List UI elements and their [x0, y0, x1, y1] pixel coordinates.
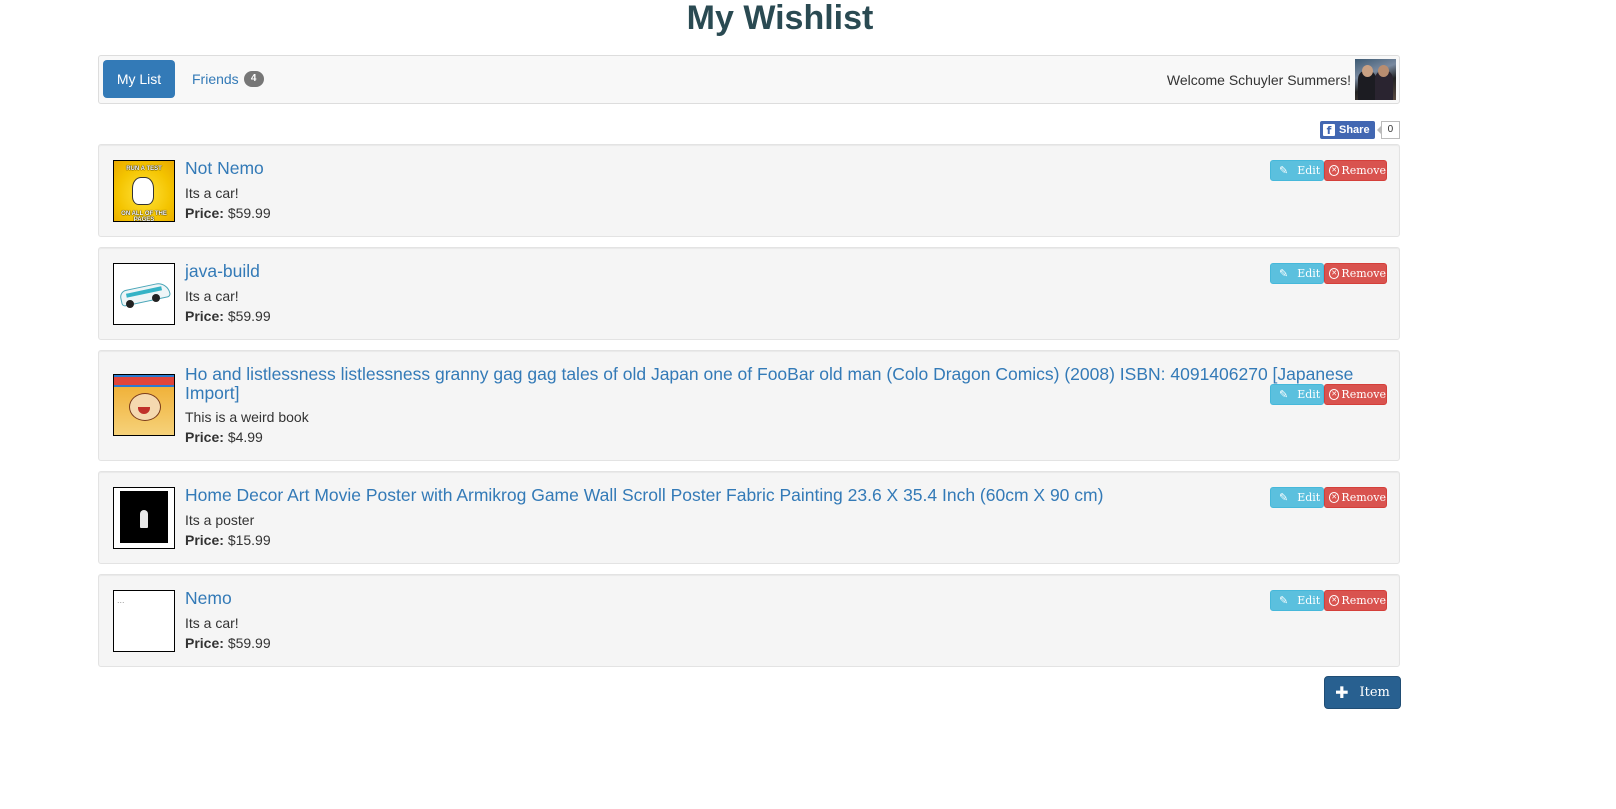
thumb-top-text: RUN A TEST	[126, 166, 162, 172]
welcome-message: Welcome Schuyler Summers!	[1166, 71, 1351, 88]
page-title: My Wishlist	[686, 0, 874, 37]
share-label: Share	[1339, 124, 1370, 136]
item-title[interactable]: Nemo	[185, 589, 1354, 608]
facebook-icon: f	[1323, 124, 1335, 137]
edit-button[interactable]: ✎ Edit	[1270, 384, 1324, 405]
remove-button[interactable]: ✕ Remove	[1324, 487, 1387, 508]
remove-circle-icon: ✕	[1329, 165, 1340, 176]
remove-button[interactable]: ✕ Remove	[1324, 384, 1387, 405]
remove-label: Remove	[1341, 388, 1386, 401]
price-value: $4.99	[227, 429, 263, 445]
item-price: Price: $15.99	[185, 532, 271, 548]
remove-button[interactable]: ✕ Remove	[1324, 590, 1387, 611]
item-price: Price: $59.99	[185, 308, 271, 324]
item-thumbnail[interactable]: ...	[113, 590, 175, 652]
pencil-icon: ✎	[1279, 164, 1289, 177]
add-item-button[interactable]: ✚ Item	[1324, 676, 1401, 709]
item-thumbnail[interactable]	[113, 487, 175, 549]
remove-label: Remove	[1341, 491, 1386, 504]
wishlist-item: java-build Its a car! Price: $59.99 ✎ Edi…	[98, 247, 1400, 340]
item-description: Its a car!	[185, 615, 239, 631]
top-nav: My List Friends 4 Welcome Schuyler Summe…	[98, 55, 1400, 104]
item-thumbnail[interactable]	[113, 374, 175, 436]
remove-circle-icon: ✕	[1329, 492, 1340, 503]
remove-button[interactable]: ✕ Remove	[1324, 263, 1387, 284]
thumb-bottom-text: ON ALL OF THE PAGES	[121, 211, 167, 222]
price-label: Price:	[185, 635, 224, 651]
friends-count-badge: 4	[243, 71, 264, 87]
price-value: $59.99	[227, 205, 271, 221]
pencil-icon: ✎	[1279, 491, 1289, 504]
item-thumbnail[interactable]	[113, 263, 175, 325]
item-description: Its a car!	[185, 288, 239, 304]
remove-label: Remove	[1341, 164, 1386, 177]
pencil-icon: ✎	[1279, 594, 1289, 607]
share-count: 0	[1376, 121, 1401, 139]
pencil-icon: ✎	[1279, 267, 1289, 280]
item-price: Price: $59.99	[185, 635, 271, 651]
price-value: $59.99	[227, 635, 271, 651]
edit-button[interactable]: ✎ Edit	[1270, 487, 1324, 508]
remove-circle-icon: ✕	[1329, 595, 1340, 606]
edit-label: Edit	[1297, 491, 1321, 504]
price-label: Price:	[185, 205, 224, 221]
item-title[interactable]: java-build	[185, 262, 1354, 281]
share-button[interactable]: f Share	[1320, 121, 1375, 139]
item-description: This is a weird book	[185, 409, 309, 425]
remove-circle-icon: ✕	[1329, 268, 1340, 279]
item-price: Price: $4.99	[185, 429, 263, 445]
item-thumbnail[interactable]: RUN A TEST ON ALL OF THE PAGES	[113, 160, 175, 222]
price-label: Price:	[185, 308, 224, 324]
wishlist-item: Home Decor Art Movie Poster with Armikro…	[98, 471, 1400, 564]
item-price: Price: $59.99	[185, 205, 271, 221]
edit-label: Edit	[1297, 388, 1321, 401]
price-value: $15.99	[227, 532, 271, 548]
edit-label: Edit	[1297, 594, 1321, 607]
item-description: Its a poster	[185, 512, 255, 528]
tab-friends-label: Friends	[192, 71, 239, 87]
item-title[interactable]: Not Nemo	[185, 159, 1354, 178]
edit-label: Edit	[1297, 267, 1321, 280]
facebook-share: f Share 0	[1320, 121, 1401, 139]
plus-icon: ✚	[1335, 683, 1349, 702]
edit-button[interactable]: ✎ Edit	[1270, 160, 1324, 181]
avatar[interactable]	[1355, 59, 1396, 100]
item-title[interactable]: Home Decor Art Movie Poster with Armikro…	[185, 486, 1354, 505]
remove-button[interactable]: ✕ Remove	[1324, 160, 1387, 181]
item-title[interactable]: Ho and listlessness listlessness granny …	[185, 365, 1354, 403]
tab-friends[interactable]: Friends 4	[192, 60, 264, 98]
wishlist-item: RUN A TEST ON ALL OF THE PAGES Not Nemo …	[98, 144, 1400, 237]
pencil-icon: ✎	[1279, 388, 1289, 401]
remove-circle-icon: ✕	[1329, 389, 1340, 400]
item-description: Its a car!	[185, 185, 239, 201]
tab-my-list[interactable]: My List	[103, 60, 175, 98]
remove-label: Remove	[1341, 594, 1386, 607]
edit-button[interactable]: ✎ Edit	[1270, 590, 1324, 611]
remove-label: Remove	[1341, 267, 1386, 280]
wishlist-item: ... Nemo Its a car! Price: $59.99 ✎ Edit …	[98, 574, 1400, 667]
price-label: Price:	[185, 429, 224, 445]
price-value: $59.99	[227, 308, 271, 324]
thumb-placeholder: ...	[117, 595, 125, 605]
add-item-label: Item	[1359, 685, 1390, 700]
edit-label: Edit	[1297, 164, 1321, 177]
price-label: Price:	[185, 532, 224, 548]
wishlist-item: Ho and listlessness listlessness granny …	[98, 350, 1400, 461]
edit-button[interactable]: ✎ Edit	[1270, 263, 1324, 284]
